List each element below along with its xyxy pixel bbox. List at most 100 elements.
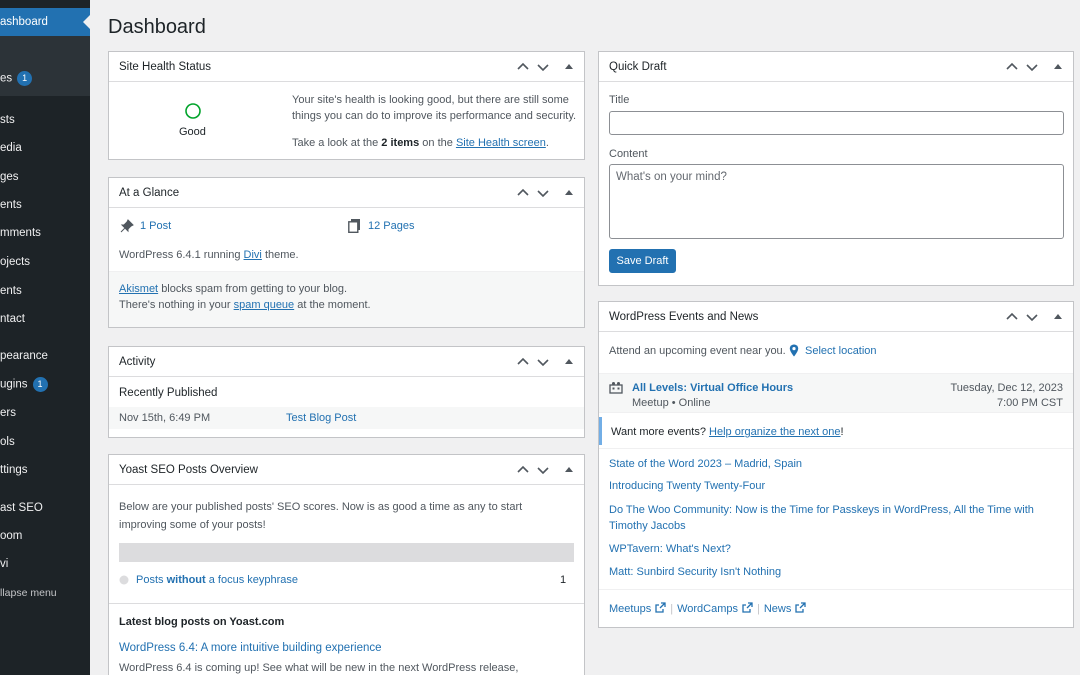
akismet-link[interactable]: Akismet <box>119 283 158 295</box>
news-link[interactable]: News <box>764 602 807 615</box>
sidebar-item-dashboard[interactable]: ashboard <box>0 15 48 29</box>
draft-content-textarea[interactable] <box>609 164 1064 239</box>
content-field-label: Content <box>609 148 648 160</box>
widget-title: WordPress Events and News <box>609 311 759 323</box>
update-count-badge: 1 <box>17 71 33 86</box>
pages-count-link[interactable]: 12 Pages <box>368 218 414 234</box>
sidebar-item-events-2[interactable]: ents <box>0 284 22 298</box>
help-organize-link[interactable]: Help organize the next one <box>709 426 840 438</box>
wordcamps-link[interactable]: WordCamps <box>677 602 753 615</box>
spam-queue-link[interactable]: spam queue <box>234 299 295 311</box>
collapse-toggle-icon[interactable] <box>1051 60 1065 74</box>
yoast-post-link[interactable]: WordPress 6.4: A more intuitive building… <box>119 640 382 656</box>
widget-title: Yoast SEO Posts Overview <box>119 464 258 476</box>
health-take-look: Take a look at the 2 items on the Site H… <box>292 135 582 151</box>
move-up-icon[interactable] <box>516 355 530 369</box>
widget-header: Site Health Status <box>109 52 584 82</box>
sidebar-item-contact[interactable]: ntact <box>0 312 25 326</box>
text: without <box>166 574 206 586</box>
news-item[interactable]: WPTavern: What's Next? <box>609 541 731 557</box>
collapse-menu-button[interactable]: llapse menu <box>0 586 57 600</box>
news-item[interactable]: Do The Woo Community: Now is the Time fo… <box>609 502 1067 534</box>
sidebar-item-yoast-seo[interactable]: ast SEO <box>0 501 43 515</box>
sidebar-item-appearance[interactable]: pearance <box>0 349 48 363</box>
theme-link[interactable]: Divi <box>244 249 262 261</box>
draft-title-input[interactable] <box>609 111 1064 135</box>
move-up-icon[interactable] <box>1005 310 1019 324</box>
sidebar-item-tools[interactable]: ols <box>0 435 15 449</box>
widget-header: Yoast SEO Posts Overview <box>109 455 584 485</box>
move-down-icon[interactable] <box>536 186 550 200</box>
event-date: Tuesday, Dec 12, 2023 <box>950 382 1063 394</box>
move-down-icon[interactable] <box>536 60 550 74</box>
sidebar-item-users[interactable]: ers <box>0 406 16 420</box>
pages-icon <box>348 219 360 233</box>
move-down-icon[interactable] <box>1025 310 1039 324</box>
event-title-link[interactable]: All Levels: Virtual Office Hours <box>632 380 793 396</box>
more-events-text: Want more events? Help organize the next… <box>611 424 844 440</box>
sidebar-item-label: ntact <box>0 313 25 325</box>
health-status-circle-icon <box>185 103 201 119</box>
sidebar-item-divi[interactable]: vi <box>0 557 8 571</box>
yoast-seo-overview-widget: Yoast SEO Posts Overview Below are your … <box>108 454 585 675</box>
posts-count-link[interactable]: 1 Post <box>140 218 171 234</box>
sidebar-item-label: ers <box>0 407 16 419</box>
text: Meetups <box>609 603 652 615</box>
meetups-link[interactable]: Meetups <box>609 602 666 615</box>
plugin-update-badge: 1 <box>32 377 48 392</box>
collapse-toggle-icon[interactable] <box>562 60 576 74</box>
sidebar-item-label: sts <box>0 114 15 126</box>
move-down-icon[interactable] <box>536 463 550 477</box>
activity-post-link[interactable]: Test Blog Post <box>286 410 356 426</box>
quick-draft-widget: Quick Draft Title Content Save Draft <box>598 51 1074 286</box>
collapse-toggle-icon[interactable] <box>1051 310 1065 324</box>
sidebar-item-label: pearance <box>0 350 48 362</box>
sidebar-item-pages[interactable]: ges <box>0 170 19 184</box>
site-health-screen-link[interactable]: Site Health screen <box>456 137 546 149</box>
widget-title: Activity <box>119 356 156 368</box>
text: blocks spam from getting to your blog. <box>161 283 348 295</box>
event-time: 7:00 PM CST <box>996 397 1063 409</box>
sidebar-submenu <box>0 36 90 96</box>
news-item[interactable]: Matt: Sunbird Security Isn't Nothing <box>609 564 781 580</box>
separator: | <box>670 603 674 615</box>
sidebar-item-media[interactable]: edia <box>0 141 22 155</box>
sidebar-item-label: ges <box>0 171 19 183</box>
text: WordPress 6.4.1 running <box>119 249 241 261</box>
external-link-icon <box>795 602 807 613</box>
sidebar-item-events[interactable]: ents <box>0 198 22 212</box>
collapse-toggle-icon[interactable] <box>562 186 576 200</box>
sidebar-item-comments[interactable]: mments <box>0 226 41 240</box>
save-draft-button[interactable]: Save Draft <box>609 249 676 273</box>
sidebar-item-plugins[interactable]: ugins 1 <box>0 377 48 392</box>
move-up-icon[interactable] <box>1005 60 1019 74</box>
move-up-icon[interactable] <box>516 60 530 74</box>
sidebar-item-label: ents <box>0 285 22 297</box>
news-item[interactable]: State of the Word 2023 – Madrid, Spain <box>609 456 802 472</box>
widget-header: Quick Draft <box>599 52 1073 82</box>
location-pin-icon <box>789 344 799 357</box>
move-down-icon[interactable] <box>1025 60 1039 74</box>
move-up-icon[interactable] <box>516 463 530 477</box>
widget-header: Activity <box>109 347 584 377</box>
text: Want more events? <box>611 426 706 438</box>
sidebar-item-bloom[interactable]: oom <box>0 529 22 543</box>
collapse-toggle-icon[interactable] <box>562 355 576 369</box>
move-up-icon[interactable] <box>516 186 530 200</box>
text: at the moment. <box>297 299 371 311</box>
move-down-icon[interactable] <box>536 355 550 369</box>
sidebar-item-settings[interactable]: ttings <box>0 463 28 477</box>
external-link-icon <box>655 602 666 613</box>
posts-without-keyphrase-link[interactable]: Posts without a focus keyphrase <box>136 572 298 588</box>
sidebar-item-projects[interactable]: ojects <box>0 255 30 269</box>
seo-score-bar <box>119 543 574 562</box>
sidebar-item-posts[interactable]: sts <box>0 113 15 127</box>
select-location-link[interactable]: Select location <box>805 343 877 359</box>
pushpin-icon <box>120 219 134 233</box>
sidebar-item-updates[interactable]: es 1 <box>0 71 33 86</box>
text: ! <box>840 426 844 438</box>
text: WordCamps <box>677 603 738 615</box>
collapse-toggle-icon[interactable] <box>562 463 576 477</box>
attend-text: Attend an upcoming event near you. <box>609 345 786 357</box>
news-item[interactable]: Introducing Twenty Twenty-Four <box>609 478 765 494</box>
